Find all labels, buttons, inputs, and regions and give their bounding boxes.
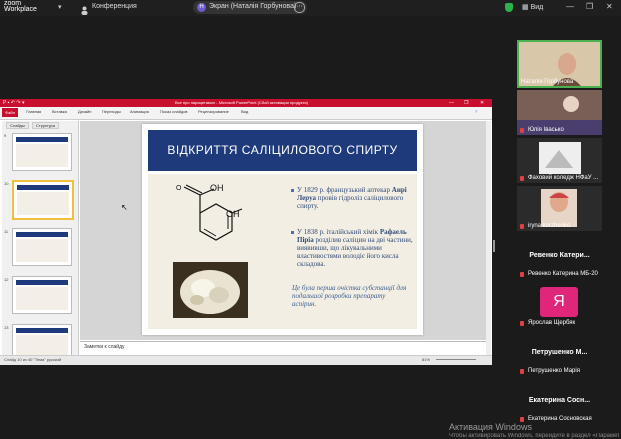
thumb-number: 11 <box>4 229 9 234</box>
participant-name: Екатерина Сосновская <box>528 416 592 422</box>
minimize-icon[interactable]: — <box>566 2 574 11</box>
slide-thumbnail[interactable] <box>12 228 72 266</box>
zoom-logo-line2: Workplace <box>4 6 37 13</box>
tab-design[interactable]: Дизайн <box>78 109 91 114</box>
chevron-down-icon[interactable]: ▾ <box>58 3 62 11</box>
pp-restore-icon[interactable]: ❐ <box>464 99 468 107</box>
pp-minimize-icon[interactable]: — <box>449 99 454 107</box>
slide-thumbnail[interactable] <box>12 276 72 314</box>
oh-label-top: OH <box>210 183 224 193</box>
thumb-number: 12 <box>4 277 9 282</box>
conference-label[interactable]: Конференция <box>92 3 137 10</box>
slide-title: ВІДКРИТТЯ САЛІЦИЛОВОГО СПИРТУ <box>167 143 398 157</box>
slide-thumbnail-active[interactable] <box>12 180 74 220</box>
participant-name: iryna korzhenko <box>528 223 571 229</box>
view-menu[interactable]: ▦ Вид <box>522 3 543 11</box>
svg-text:O: O <box>176 185 182 192</box>
view-label: Вид <box>530 4 544 11</box>
vertical-scrollbar[interactable] <box>486 121 491 361</box>
participant-name: Ярослав Щербяк <box>528 320 576 326</box>
participant-name: Петрушенко Марія <box>528 368 580 374</box>
slide-conclusion: Це була перша очістка субстанції для под… <box>292 284 407 308</box>
participant-big-name: Ревенко Катери... <box>529 252 590 259</box>
tab-transitions[interactable]: Переходы <box>102 109 121 114</box>
tab-slides[interactable]: Слайды <box>6 122 29 129</box>
close-icon[interactable]: ✕ <box>606 2 613 11</box>
tab-animation[interactable]: Анимация <box>130 109 149 114</box>
tab-insert[interactable]: Вставка <box>52 109 67 114</box>
file-tab[interactable]: Файл <box>2 108 18 117</box>
pp-close-icon[interactable]: ✕ <box>480 99 484 107</box>
mic-muted-icon <box>520 272 524 277</box>
bullet-2-text-a: У 1838 р. італійський хімік <box>297 228 380 236</box>
tab-view[interactable]: Вид <box>241 109 248 114</box>
quick-access-icons[interactable]: P ▪ ↶ ↷ ▾ <box>3 100 24 106</box>
thumb-number: 13 <box>4 325 9 330</box>
tab-review[interactable]: Рецензирование <box>198 109 229 114</box>
thumb-number: 9 <box>4 133 7 138</box>
window-title: Все про парацетамол - Microsoft PowerPoi… <box>175 100 308 105</box>
tab-slideshow[interactable]: Показ слайдов <box>160 109 188 114</box>
people-icon <box>80 2 88 15</box>
mic-muted-icon <box>520 224 524 229</box>
mic-muted-icon <box>520 128 524 133</box>
slides-panel: Слайды Структура 9 10 11 12 13 <box>2 121 79 362</box>
bullet-1-text-a: У 1829 р. французький аптекар <box>297 186 392 194</box>
splitter-handle[interactable] <box>493 240 495 252</box>
shield-icon[interactable] <box>505 3 513 12</box>
participant-big-name: Екатерина Сосн... <box>528 397 591 404</box>
notes-pane[interactable] <box>80 341 486 355</box>
mic-muted-icon <box>520 176 524 181</box>
status-text: Слайд 10 из 40 "Тема" русский <box>4 357 62 362</box>
ribbon-tabs: Файл Главная Вставка Дизайн Переходы Ани… <box>0 107 492 120</box>
mic-muted-icon <box>520 321 524 326</box>
tab-home[interactable]: Главная <box>26 109 41 114</box>
salicyl-alcohol-structure: O <box>172 183 250 258</box>
powerpoint-title-bar: P ▪ ↶ ↷ ▾ Все про парацетамол - Microsof… <box>0 99 492 107</box>
participant-name: Фаховий коледж НФаУ ... <box>528 175 599 181</box>
windows-activation-hint: Чтобы активировать Windows, перейдите в … <box>449 433 619 439</box>
bullet-2-text-b: розділив саліцин на дві частини, виявивш… <box>297 236 413 268</box>
zoom-slider[interactable] <box>436 359 476 360</box>
participant-big-name: Петрушенко М... <box>531 349 588 356</box>
help-icon[interactable]: ? <box>475 109 477 114</box>
bullet-1: У 1829 р. французький аптекар Анрі Леруа… <box>297 186 415 210</box>
screen-share-label: Экран (Наталія Горбунова) <box>209 3 297 10</box>
participant-name: Юлія Івасько <box>528 127 564 133</box>
tab-outline[interactable]: Структура <box>32 122 59 129</box>
restore-icon[interactable]: ❐ <box>586 2 593 11</box>
status-bar <box>0 355 492 365</box>
more-options-icon[interactable]: ⋯ <box>294 2 305 13</box>
mouse-cursor-icon: ↖ <box>121 203 128 212</box>
zoom-level[interactable]: 81% <box>422 357 430 362</box>
salicin-crystals-photo <box>173 262 248 318</box>
notes-placeholder: Заметки к слайду <box>84 344 125 350</box>
bullet-marker <box>291 231 294 234</box>
participant-name: Ревенко Катерина МБ-20 <box>528 271 598 277</box>
zoom-logo: zoom Workplace <box>4 0 37 13</box>
participant-avatar: Я <box>540 287 578 317</box>
windows-activation-watermark: Активация Windows <box>449 422 532 432</box>
bullet-marker <box>291 189 294 192</box>
thumb-number: 10 <box>4 181 9 186</box>
bullet-2: У 1838 р. італійський хімік Рафаель Пірі… <box>297 228 415 268</box>
sharer-avatar: Н <box>197 3 206 12</box>
oh-label-side: OH <box>226 209 240 219</box>
mic-muted-icon <box>520 369 524 374</box>
slide-thumbnail[interactable] <box>12 133 72 171</box>
grid-icon: ▦ <box>522 4 531 11</box>
participant-name: Наталія Горбунова <box>521 79 574 85</box>
